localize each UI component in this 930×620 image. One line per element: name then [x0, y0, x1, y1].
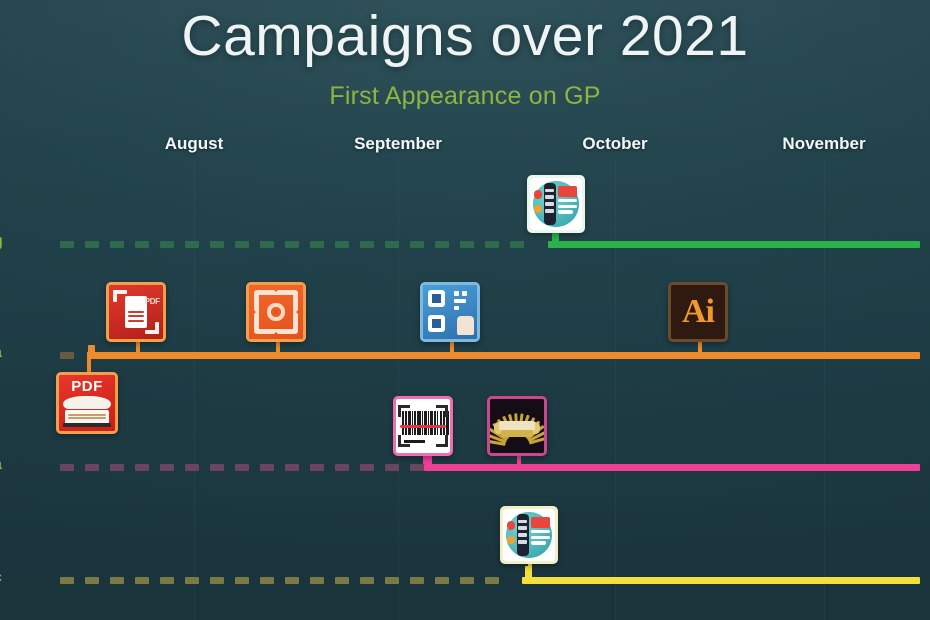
- timeline-dash: [335, 577, 349, 584]
- timeline-dash: [185, 241, 199, 248]
- month-gridline: [194, 160, 195, 620]
- timeline-dash: [160, 577, 174, 584]
- icon-connector-stem: [276, 342, 280, 352]
- month-label-august: August: [164, 134, 224, 153]
- timeline-dash: [485, 577, 499, 584]
- timeline-dash: [410, 464, 424, 471]
- timeline-solid-line: [88, 352, 920, 359]
- timeline-solid-line: [522, 577, 920, 584]
- timeline-dash: [110, 241, 124, 248]
- icon-connector-stem: [555, 232, 559, 241]
- timeline-dash: [60, 577, 74, 584]
- page-subtitle: First Appearance on GP: [329, 82, 601, 110]
- timeline-dash: [60, 241, 74, 248]
- month-gridline: [615, 160, 616, 620]
- timeline-dash: [210, 464, 224, 471]
- timeline-dash: [260, 577, 274, 584]
- month-gridline: [824, 160, 825, 620]
- timeline-dash: [385, 577, 399, 584]
- timeline-dash: [235, 464, 249, 471]
- icon-connector-stem: [136, 342, 140, 352]
- timeline-dash: [135, 577, 149, 584]
- icon-connector-stem: [87, 352, 91, 374]
- campaign-app-icon[interactable]: [527, 175, 585, 233]
- timeline-dash: [460, 577, 474, 584]
- icon-connector-stem: [517, 456, 521, 464]
- timeline-dash: [260, 241, 274, 248]
- timeline-dash: [310, 464, 324, 471]
- timeline-dash: [260, 464, 274, 471]
- timeline-dash: [360, 464, 374, 471]
- timeline-dash: [185, 464, 199, 471]
- timeline-dash: [235, 577, 249, 584]
- timeline-dash: [285, 241, 299, 248]
- month-label-october: October: [582, 134, 648, 153]
- timeline-dash: [110, 577, 124, 584]
- scan-target-icon[interactable]: [246, 282, 306, 342]
- timeline-dash: [60, 464, 74, 471]
- pdf-document-icon[interactable]: PDF: [106, 282, 166, 342]
- adobe-illustrator-icon[interactable]: Ai: [668, 282, 728, 342]
- icon-connector-stem: [450, 342, 454, 352]
- row-label: a: [0, 344, 5, 362]
- timeline-dash: [385, 241, 399, 248]
- qr-code-icon[interactable]: [420, 282, 480, 342]
- icon-connector-stem: [423, 456, 427, 464]
- timeline-solid-line: [424, 464, 920, 471]
- timeline-dash: [135, 241, 149, 248]
- page-title: Campaigns over 2021: [181, 4, 749, 68]
- timeline-dash: [335, 464, 349, 471]
- row-label: a: [0, 456, 5, 474]
- timeline-dash: [85, 241, 99, 248]
- timeline-dash: [485, 241, 499, 248]
- timeline-dash: [160, 241, 174, 248]
- timeline-dash: [510, 241, 524, 248]
- timeline-dash: [285, 577, 299, 584]
- timeline-dash: [435, 241, 449, 248]
- timeline-dash: [385, 464, 399, 471]
- row-label: c: [0, 569, 5, 587]
- timeline-dash: [135, 464, 149, 471]
- timeline-dash: [210, 577, 224, 584]
- pdf-scanner-icon[interactable]: PDF: [56, 372, 118, 434]
- timeline-dash: [310, 241, 324, 248]
- timeline-dash: [110, 464, 124, 471]
- timeline-solid-line: [548, 241, 920, 248]
- timeline-dash: [235, 241, 249, 248]
- row-label: g: [0, 233, 5, 251]
- month-label-november: November: [782, 134, 866, 153]
- icon-connector-stem: [698, 342, 702, 352]
- timeline-dash: [185, 577, 199, 584]
- timeline-dash: [360, 577, 374, 584]
- timeline-dash: [410, 577, 424, 584]
- month-label-september: September: [354, 134, 442, 153]
- icon-connector-stem: [528, 564, 532, 577]
- campaign-app-icon[interactable]: [500, 506, 558, 564]
- month-gridline: [398, 160, 399, 620]
- timeline-dash: [360, 241, 374, 248]
- timeline-dash: [460, 241, 474, 248]
- barcode-scanner-icon[interactable]: [393, 396, 453, 456]
- timeline-dash: [85, 464, 99, 471]
- timeline-dash: [285, 464, 299, 471]
- timeline-dash: [435, 577, 449, 584]
- timeline-dash: [160, 464, 174, 471]
- timeline-dash: [210, 241, 224, 248]
- timeline-dash: [310, 577, 324, 584]
- campaign-timeline-infographic: Campaigns over 2021 First Appearance on …: [0, 0, 930, 620]
- timeline-dash: [410, 241, 424, 248]
- emblem-badge-icon[interactable]: [487, 396, 547, 456]
- timeline-dash: [85, 577, 99, 584]
- timeline-dash: [335, 241, 349, 248]
- timeline-dash: [60, 352, 74, 359]
